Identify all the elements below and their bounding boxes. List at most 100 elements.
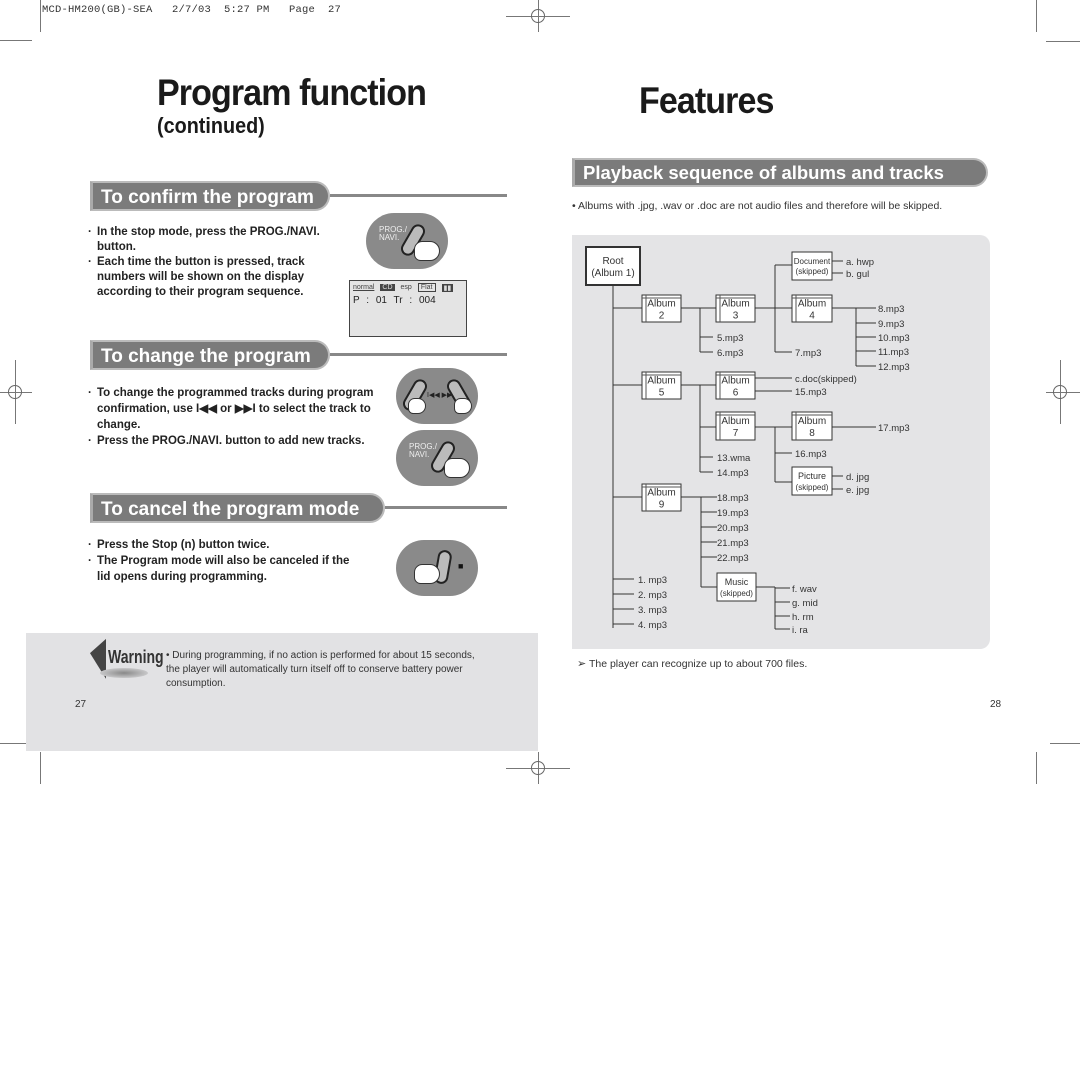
album-3-label: 3 xyxy=(733,311,739,322)
file-label: a. hwp xyxy=(846,257,874,268)
album-2-label: 2 xyxy=(659,311,665,322)
album-9-label: 9 xyxy=(659,500,665,511)
file-label: 3. mp3 xyxy=(638,605,667,616)
album-4-label: Album xyxy=(798,299,826,310)
pressing-hand-icon xyxy=(444,458,470,478)
file-label: 11.mp3 xyxy=(878,347,909,358)
lcd-display: normal CD esp Flat ▮▮ P : 01 Tr : 004 xyxy=(349,280,467,337)
album-tree-diagram: Root(Album 1)Album2Album5Album91. mp32. … xyxy=(585,246,910,636)
file-label: 17.mp3 xyxy=(878,423,910,434)
picture-folder-skipped-label: Picture xyxy=(798,471,826,481)
section-heading-confirm: To confirm the program xyxy=(90,181,330,211)
skip-buttons-illustration: I◀◀ ▶▶I xyxy=(396,368,478,424)
file-label: 1. mp3 xyxy=(638,575,667,586)
eq-indicator: Flat xyxy=(417,283,436,292)
bullet: Each time the button is pressed, track n… xyxy=(88,255,328,300)
section-heading-cancel: To cancel the program mode xyxy=(90,493,385,523)
file-limit-note: ➢ The player can recognize up to about 7… xyxy=(577,657,807,670)
music-folder-skipped-label: (skipped) xyxy=(720,589,753,598)
cd-icon: CD xyxy=(380,284,395,291)
file-label: 19.mp3 xyxy=(717,508,749,519)
file-label: 18.mp3 xyxy=(717,493,749,504)
file-label: 13.wma xyxy=(717,453,751,464)
cancel-instructions: Press the Stop (n) button twice. The Pro… xyxy=(88,537,358,585)
play-mode-indicator: normal xyxy=(353,284,375,291)
file-label: 22.mp3 xyxy=(717,553,749,564)
print-slug: MCD-HM200(GB)-SEA 2/7/03 5:27 PM Page 27 xyxy=(42,4,342,16)
file-label: 14.mp3 xyxy=(717,468,749,479)
file-label: 5.mp3 xyxy=(717,333,743,344)
album-4-label: 4 xyxy=(809,311,815,322)
file-label: 16.mp3 xyxy=(795,449,827,460)
page-subtitle: (continued) xyxy=(157,113,265,138)
pressing-hand-icon xyxy=(408,398,426,414)
album-5-label: Album xyxy=(647,376,675,387)
file-label: 12.mp3 xyxy=(878,362,910,373)
album-2-label: Album xyxy=(647,299,675,310)
bullet: In the stop mode, press the PROG./NAVI. … xyxy=(88,225,328,255)
music-folder-skipped-label: Music xyxy=(725,577,749,587)
arrow-icon: ➢ xyxy=(577,658,587,670)
file-label: 20.mp3 xyxy=(717,523,749,534)
warning-label: Warning xyxy=(108,647,164,667)
album-8-label: 8 xyxy=(809,428,815,439)
root-album-label: (Album 1) xyxy=(591,268,634,279)
bullet: The Program mode will also be canceled i… xyxy=(88,553,358,585)
section-heading-change: To change the program xyxy=(90,340,330,370)
change-instructions: To change the programmed tracks during p… xyxy=(88,385,378,449)
document-folder-skipped-label: Document xyxy=(794,257,831,266)
album-6-label: 6 xyxy=(733,388,739,399)
album-7-label: 7 xyxy=(733,428,739,439)
album-7-label: Album xyxy=(721,416,749,427)
confirm-instructions: In the stop mode, press the PROG./NAVI. … xyxy=(88,225,328,300)
file-label: 21.mp3 xyxy=(717,538,749,549)
esp-indicator: esp xyxy=(400,284,412,291)
file-label: e. jpg xyxy=(846,485,869,496)
page-title: Program function xyxy=(157,72,427,113)
file-label: 2. mp3 xyxy=(638,590,667,601)
skipped-files-note: • Albums with .jpg, .wav or .doc are not… xyxy=(572,200,943,212)
pressing-hand-icon xyxy=(414,241,440,261)
stop-button-illustration: ■ xyxy=(396,540,478,596)
bullet: Press the Stop (n) button twice. xyxy=(88,537,358,553)
prog-navi-label: PROG./ NAVI. xyxy=(409,442,438,459)
section-rule xyxy=(385,506,507,509)
file-label: g. mid xyxy=(792,598,818,609)
section-rule xyxy=(330,194,507,197)
file-label: 4. mp3 xyxy=(638,620,667,631)
album-8-label: Album xyxy=(798,416,826,427)
program-track-readout: P : 01 Tr : 004 xyxy=(353,295,436,306)
stop-icon: ■ xyxy=(458,561,464,571)
album-6-label: Album xyxy=(721,376,749,387)
file-label: b. gul xyxy=(846,269,869,280)
file-label: 7.mp3 xyxy=(795,348,821,359)
file-label: 9.mp3 xyxy=(878,319,904,330)
file-label: h. rm xyxy=(792,612,814,623)
file-label: 10.mp3 xyxy=(878,333,910,344)
warning-shadow-icon xyxy=(100,668,148,678)
document-folder-skipped-label: (skipped) xyxy=(796,267,829,276)
page-number: 28 xyxy=(990,699,1002,710)
file-label: c.doc(skipped) xyxy=(795,374,857,385)
prog-navi-button-illustration: PROG./ NAVI. xyxy=(366,213,448,269)
section-rule xyxy=(330,353,507,356)
page-number: 27 xyxy=(75,699,87,710)
footnote-text: The player can recognize up to about 700… xyxy=(588,658,808,670)
picture-folder-skipped-label: (skipped) xyxy=(796,483,829,492)
bullet: Press the PROG./NAVI. button to add new … xyxy=(88,433,378,449)
file-label: f. wav xyxy=(792,584,817,595)
pressing-hand-icon xyxy=(414,564,440,584)
file-label: i. ra xyxy=(792,625,809,636)
album-5-label: 5 xyxy=(659,388,665,399)
file-label: 8.mp3 xyxy=(878,304,904,315)
file-label: 6.mp3 xyxy=(717,348,743,359)
prog-navi-label: PROG./ NAVI. xyxy=(379,225,408,242)
pressing-hand-icon xyxy=(454,398,472,414)
bullet: To change the programmed tracks during p… xyxy=(88,385,378,433)
album-9-label: Album xyxy=(647,488,675,499)
root-album-label: Root xyxy=(602,256,623,267)
prog-navi-button-illustration: PROG./ NAVI. xyxy=(396,430,478,486)
album-3-label: Album xyxy=(721,299,749,310)
file-label: d. jpg xyxy=(846,472,869,483)
warning-text: • During programming, if no action is pe… xyxy=(166,650,475,689)
